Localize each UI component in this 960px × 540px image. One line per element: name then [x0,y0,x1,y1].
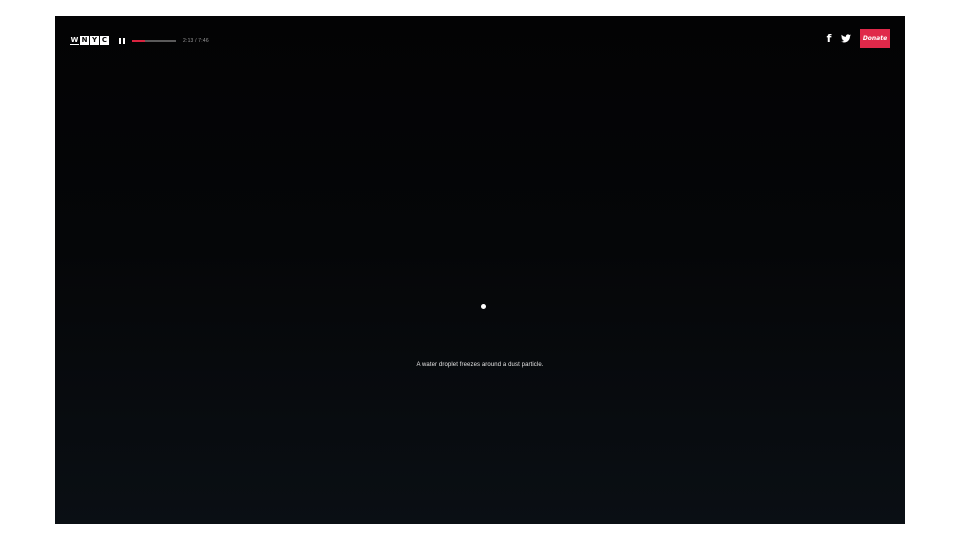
pause-icon [123,38,125,44]
header-bar: W N Y C 2:13 / 7:46 f Donate [55,16,905,64]
logo-letter: C [100,36,109,45]
time-readout: 2:13 / 7:46 [183,38,209,44]
donate-button[interactable]: Donate [860,29,890,48]
pause-button[interactable] [119,38,125,44]
logo-letter: W [70,36,79,45]
facebook-icon[interactable]: f [825,33,833,44]
audio-progress-fill [132,40,145,42]
pause-icon [119,38,121,44]
audio-progress-bar[interactable] [132,40,176,42]
story-viewport: W N Y C 2:13 / 7:46 f Donate A water dro… [55,16,905,524]
twitter-icon[interactable] [841,34,851,43]
wnyc-logo[interactable]: W N Y C [70,34,109,45]
header-actions: f Donate [825,29,890,48]
audio-player: 2:13 / 7:46 [119,37,209,45]
scene-caption: A water droplet freezes around a dust pa… [416,362,544,368]
logo-letter: N [80,36,89,45]
dust-particle [481,304,486,309]
logo-letter: Y [90,36,99,45]
